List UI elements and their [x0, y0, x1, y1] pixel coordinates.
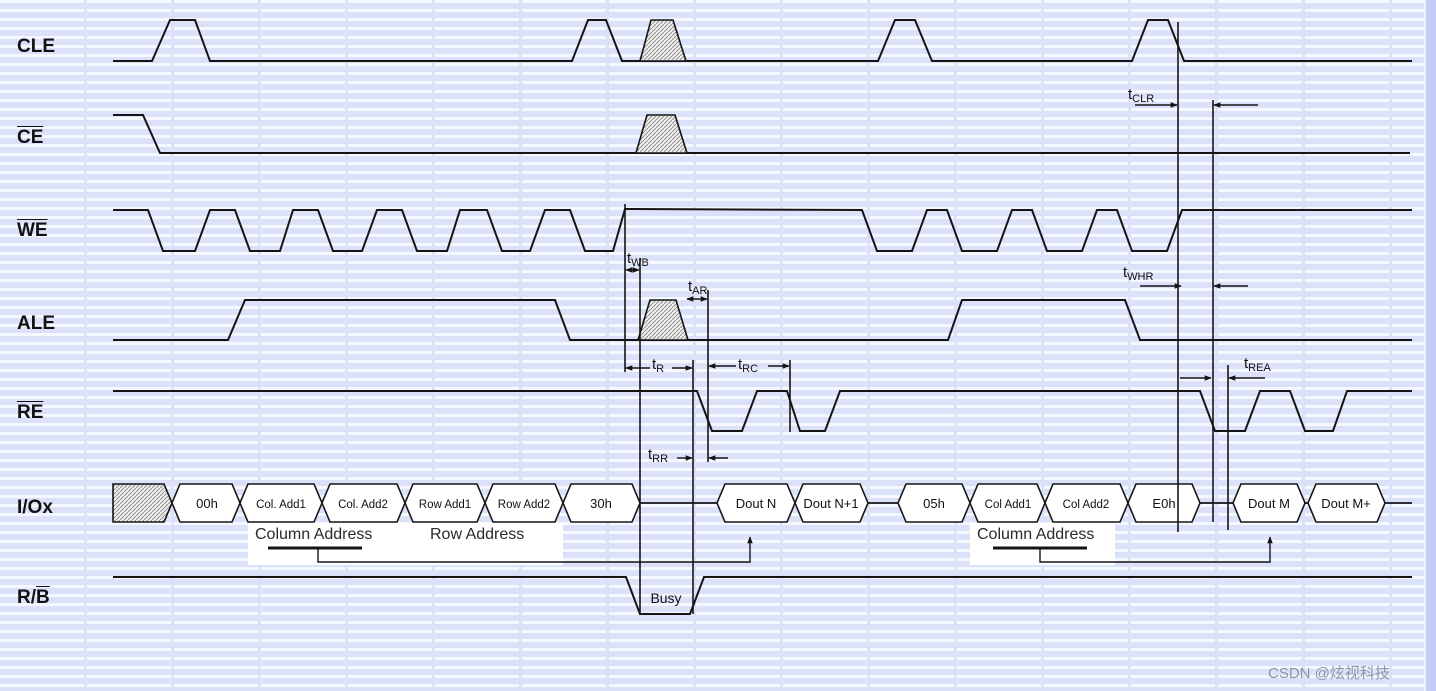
io-bus-value: Row Add1 [419, 499, 471, 511]
io-bus-value: Col. Add1 [256, 499, 306, 511]
io-bus-value: Dout M+ [1321, 496, 1371, 511]
trr-label-sub: RR [652, 453, 668, 465]
cle-waveform [113, 19, 1412, 62]
busy-label: Busy [650, 590, 681, 606]
io-bus-value: Dout N [736, 496, 776, 511]
signal-label-rb-overlined: B [36, 587, 50, 608]
twhr-label: tWHR [1123, 264, 1153, 283]
trea-label-sub: REA [1248, 362, 1271, 374]
io-bus-value: Col. Add2 [338, 499, 388, 511]
rb-waveform [113, 576, 1412, 615]
io-bus-dont-care [112, 483, 173, 523]
row-address-label: Row Address [430, 526, 524, 543]
tclr-label-sub: CLR [1132, 93, 1154, 105]
io-bus-value: 05h [923, 496, 945, 511]
tr-label-sub: R [656, 363, 664, 375]
tclr-label: tCLR [1128, 86, 1154, 105]
signal-label-we: WE [17, 220, 48, 241]
twb-label-sub: WB [631, 257, 649, 269]
signal-label-ce: CE [17, 127, 44, 148]
io-bus-value: Dout M [1248, 496, 1290, 511]
ce-dont-care-pulse [634, 114, 689, 154]
twhr-label-sub: WHR [1127, 271, 1153, 283]
io-bus-value: 30h [590, 496, 612, 511]
signal-label-ale: ALE [17, 313, 55, 334]
io-bus-value: Col Add1 [985, 499, 1032, 511]
trc-label-sub: RC [742, 363, 758, 375]
re-waveform [113, 390, 1412, 432]
signal-label-rb-prefix: R/ [17, 587, 36, 608]
trc-label: tRC [738, 356, 758, 375]
io-bus-value: E0h [1152, 496, 1175, 511]
we-waveform [113, 207, 1412, 252]
cle-dont-care-pulse [638, 19, 688, 62]
signal-label-rb: R/B [17, 587, 50, 609]
tar-label-sub: AR [692, 285, 707, 297]
tr-label: tR [652, 356, 664, 375]
trea-label: tREA [1244, 355, 1271, 374]
io-bus-value: Row Add2 [498, 499, 550, 511]
io-bus-value: 00h [196, 496, 218, 511]
timing-diagram: 00h Col. Add1 Col. Add2 Row Add1 Row Add… [112, 19, 1412, 682]
signal-label-cle: CLE [17, 36, 55, 57]
io-bus-value: Dout N+1 [803, 496, 858, 511]
twb-label: tWB [627, 250, 649, 269]
column-address-label: Column Address [977, 526, 1094, 543]
column-address-label: Column Address [255, 526, 372, 543]
io-bus-value: Col Add2 [1063, 499, 1110, 511]
ce-waveform [113, 114, 1410, 154]
watermark: CSDN @炫视科技 [1268, 665, 1390, 682]
trr-label: tRR [648, 446, 668, 465]
signal-label-io: I/Ox [17, 497, 53, 518]
signal-label-re: RE [17, 402, 44, 423]
tar-label: tAR [688, 278, 708, 297]
ale-dont-care-pulse [636, 299, 690, 341]
ale-waveform [113, 299, 1412, 341]
